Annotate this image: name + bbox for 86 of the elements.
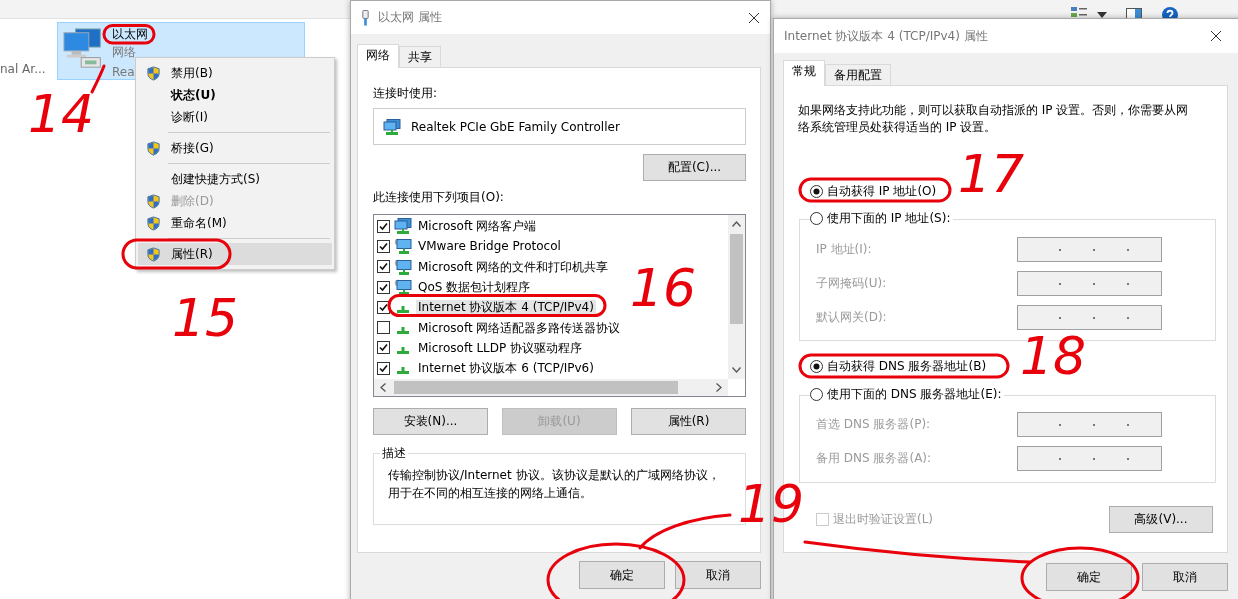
annotation-number: 15 [172,292,239,344]
dialog-button[interactable]: 取消 [1142,563,1228,591]
adapter-device: Rea [112,65,136,79]
close-icon[interactable] [748,12,760,24]
network-service-icon [394,238,412,255]
field-label: 首选 DNS 服务器(P): [816,416,931,433]
annotation-number: 14 [28,88,95,140]
tab[interactable]: 备用配置 [825,64,891,85]
checkbox[interactable] [377,280,390,294]
close-icon[interactable] [1210,30,1222,42]
dialog-button[interactable]: 确定 [579,561,665,589]
radio-label: 自动获得 DNS 服务器地址(B) [827,359,987,373]
radio-label: 使用下面的 IP 地址(S): [827,211,951,225]
configure-button[interactable]: 配置(C)... [643,154,746,181]
checkbox[interactable] [377,219,390,233]
protocol-icon [397,367,409,375]
group-title: 描述 [381,445,407,462]
field-label: 默认网关(D): [816,309,887,326]
list-item[interactable]: Microsoft LLDP 协议驱动程序 [416,340,585,355]
annotation-number: 19 [738,478,805,530]
checkbox[interactable] [377,239,390,253]
checkbox[interactable] [377,260,390,274]
menu-item[interactable]: 桥接(G) [138,137,332,159]
protocol-icon [397,346,409,354]
radio-button[interactable] [810,387,823,401]
connect-using-label: 连接时使用: [373,85,439,101]
field-label: 子网掩码(U): [816,275,887,292]
scroll-right-icon[interactable] [716,383,722,392]
network-item-label[interactable]: nal Ar... [0,62,46,76]
items-label: 此连接使用下列项目(O): [373,189,505,205]
protocol-icon [397,326,409,334]
advanced-button[interactable]: 高级(V)... [1109,506,1213,533]
radio-button[interactable] [810,184,823,198]
network-adapter-icon [383,118,401,135]
list-item[interactable]: Microsoft 网络适配器多路传送器协议 [416,320,623,335]
menu-item[interactable]: 重命名(M) [138,212,332,234]
window-title: 以太网 属性 [378,9,442,26]
radio-label: 使用下面的 DNS 服务器地址(E): [827,387,1002,401]
ethernet-plug-icon [361,9,370,26]
network-service-icon [394,279,412,296]
scroll-down-icon[interactable] [732,367,741,373]
description-text: 传输控制协议/Internet 协议。该协议是默认的广域网络协议，用于在不同的相互连接的网络上通信。 [388,467,721,502]
action-button[interactable]: 属性(R) [631,408,746,435]
tab[interactable]: 常规 [783,60,825,86]
network-service-icon [394,258,412,275]
adapter-type: 网络 [112,45,137,59]
window-title: Internet 协议版本 4 (TCP/IPv4) 属性 [784,27,988,45]
dialog-button[interactable]: 取消 [675,561,761,589]
tab[interactable]: 网络 [357,44,399,68]
field-label: 备用 DNS 服务器(A): [816,450,932,467]
checkbox[interactable] [377,361,390,375]
menu-item[interactable]: 诊断(I) [138,106,332,128]
checkbox[interactable] [377,321,390,335]
list-item[interactable]: VMware Bridge Protocol [416,239,563,254]
intro-text: 如果网络支持此功能，则可以获取自动指派的 IP 设置。否则，你需要从网络系统管理员处获得适当的 IP 设置。 [798,102,1190,136]
checkbox[interactable] [377,341,390,355]
radio-button[interactable] [810,359,823,373]
tab[interactable]: 共享 [399,46,441,67]
checkbox[interactable] [377,300,390,314]
annotation-number: 18 [1020,330,1087,382]
radio-option[interactable]: 使用下面的 IP 地址(S): [810,210,954,226]
menu-item[interactable]: 属性(R) [138,243,332,265]
network-client-icon [394,218,412,235]
menu-item[interactable]: 状态(U) [138,84,332,106]
action-button[interactable]: 安装(N)... [373,408,488,435]
horizontal-scrollbar[interactable] [374,379,728,396]
vertical-scrollbar[interactable] [728,215,745,379]
radio-option[interactable]: 使用下面的 DNS 服务器地址(E): [810,386,1005,402]
list-item[interactable]: Internet 协议版本 4 (TCP/IPv4) [416,300,596,315]
adapter-name: Realtek PCIe GbE Family Controller [411,119,620,134]
scroll-left-icon[interactable] [380,383,386,392]
radio-button[interactable] [810,211,823,225]
field-label: IP 地址(I): [816,241,872,258]
list-item[interactable]: QoS 数据包计划程序 [416,280,533,295]
list-item[interactable]: Microsoft 网络的文件和打印机共享 [416,259,611,274]
adapter-name: 以太网 [112,28,148,41]
menu-item[interactable]: 创建快捷方式(S) [138,168,332,190]
list-item[interactable]: Microsoft 网络客户端 [416,219,539,234]
list-item[interactable]: Internet 协议版本 6 (TCP/IPv6) [416,361,596,376]
annotation-stroke [90,64,106,94]
scroll-up-icon[interactable] [732,221,741,227]
annotation-number: 17 [958,148,1025,200]
protocol-icon [397,306,409,314]
annotation-number: 16 [630,262,697,314]
radio-label: 自动获得 IP 地址(O) [827,184,937,198]
dialog-button[interactable]: 确定 [1046,563,1132,591]
